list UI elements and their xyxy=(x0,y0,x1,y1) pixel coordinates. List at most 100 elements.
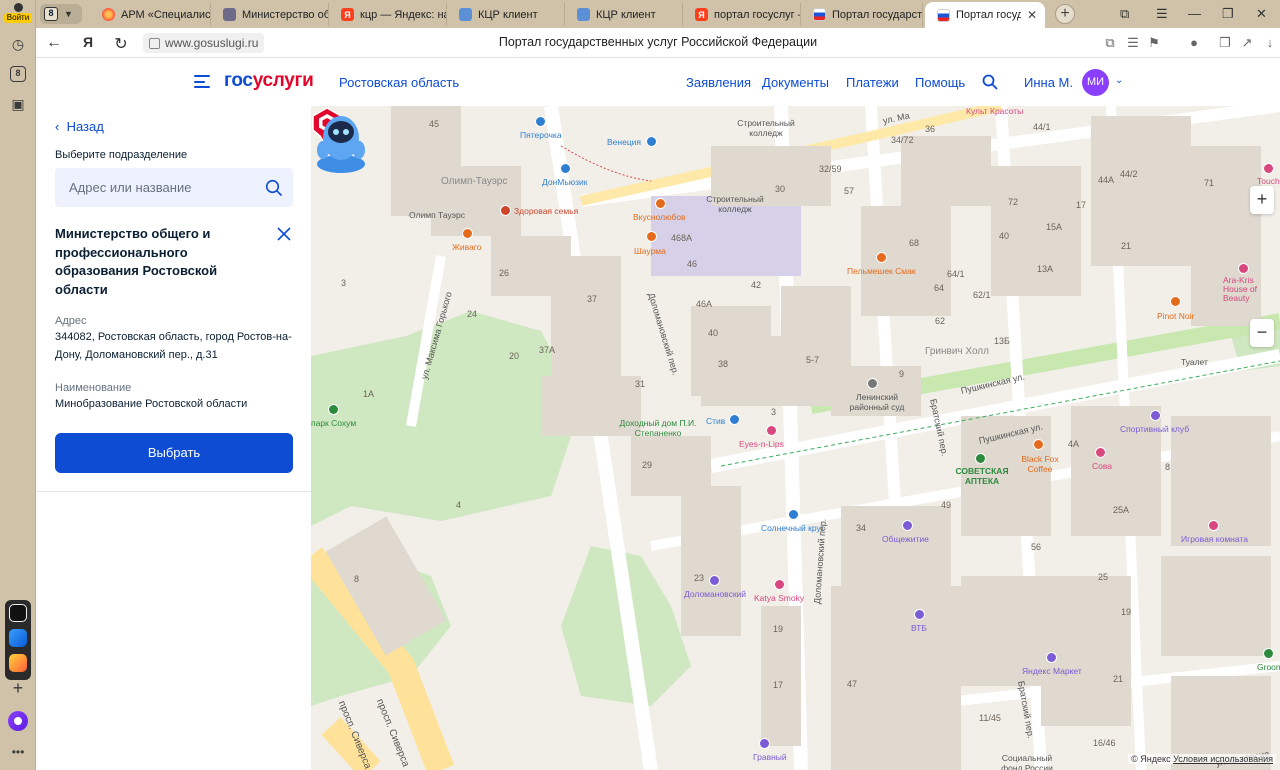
screenshot-icon[interactable]: ▣ xyxy=(7,93,29,115)
nav-payments[interactable]: Платежи xyxy=(846,75,899,90)
poi-dot[interactable] xyxy=(1150,410,1161,421)
poi-donmusic[interactable]: ДонМьюзик xyxy=(542,177,588,187)
search-icon[interactable] xyxy=(982,74,998,90)
poi-sovetskaya-apteka[interactable]: СОВЕТСКАЯ АПТЕКА xyxy=(955,466,1009,486)
reader-icon[interactable]: ☰ xyxy=(1125,35,1141,51)
extension-icon[interactable]: ● xyxy=(1186,35,1202,51)
poi-pelmeshek[interactable]: Пельмешек Смак xyxy=(847,266,916,276)
minimize-icon[interactable]: — xyxy=(1188,6,1201,21)
mail-app-icon[interactable] xyxy=(9,654,27,672)
gosuslugi-logo[interactable]: госуслуги xyxy=(224,70,314,92)
messenger-app-icon[interactable] xyxy=(9,629,27,647)
poi-dot[interactable] xyxy=(1208,520,1219,531)
poi-stiv[interactable]: Стив xyxy=(706,416,725,426)
poi-pyaterochka[interactable]: Пятерочка xyxy=(520,130,562,140)
history-icon[interactable]: ◷ xyxy=(7,33,29,55)
terms-link[interactable]: Условия использования xyxy=(1173,754,1273,764)
poi-dot[interactable] xyxy=(774,579,785,590)
region-selector[interactable]: Ростовская область xyxy=(339,75,459,90)
poi-dot[interactable] xyxy=(709,575,720,586)
poi-college-2[interactable]: Строительный колледж xyxy=(703,194,767,214)
poi-toilet[interactable]: Туалет xyxy=(1181,357,1208,367)
poi-obshchezhitie[interactable]: Общежитие xyxy=(882,534,929,544)
poi-dot[interactable] xyxy=(462,228,473,239)
poi-dot[interactable] xyxy=(646,231,657,242)
tabs-icon[interactable]: 8 xyxy=(7,63,29,85)
zoom-out-button[interactable]: − xyxy=(1250,319,1274,347)
poi-vkusnolyubov[interactable]: Вкуснолюбов xyxy=(633,212,686,222)
poi-groom[interactable]: Groom xyxy=(1257,662,1280,672)
tab-arm[interactable]: АРМ «Специалист xyxy=(90,3,211,26)
poi-greenwich-hall[interactable]: Гринвич Холл xyxy=(925,346,989,357)
poi-park-sokhum[interactable]: парк Сохум xyxy=(311,418,356,428)
poi-dot[interactable] xyxy=(766,425,777,436)
user-name[interactable]: Инна М. xyxy=(1024,75,1073,90)
login-button[interactable]: Войти xyxy=(4,2,32,28)
poi-dot[interactable] xyxy=(914,609,925,620)
share-icon[interactable]: ↗ xyxy=(1239,35,1255,51)
poi-pinot-noir[interactable]: Pinot Noir xyxy=(1157,311,1194,321)
poi-kult-krasoty[interactable]: Культ Красоты xyxy=(966,106,1023,116)
poi-olimp-tauers-area[interactable]: Олимп-Тауэрс xyxy=(441,176,507,187)
poi-sova[interactable]: Сова xyxy=(1092,461,1112,471)
poi-dot[interactable] xyxy=(535,116,546,127)
poi-gravny[interactable]: Гравный xyxy=(753,752,787,762)
alice-assistant-icon[interactable] xyxy=(311,106,371,174)
poi-black-fox[interactable]: Black Fox Coffee xyxy=(1020,454,1060,474)
close-tab-icon[interactable]: ✕ xyxy=(1027,8,1037,22)
zoom-in-button[interactable]: + xyxy=(1250,186,1274,214)
poi-katya-smoky[interactable]: Katya Smoky xyxy=(754,593,804,603)
add-app-icon[interactable]: + xyxy=(7,677,29,699)
nav-documents[interactable]: Документы xyxy=(762,75,829,90)
restore-icon[interactable]: ❐ xyxy=(1222,6,1234,22)
poi-dot[interactable] xyxy=(1033,439,1044,450)
back-link[interactable]: ‹ Назад xyxy=(55,119,104,134)
tab-yandex-kcr[interactable]: Якцр — Яндекс: на xyxy=(329,3,447,26)
music-app-icon[interactable] xyxy=(9,604,27,622)
select-button[interactable]: Выбрать xyxy=(55,433,293,473)
new-tab-button[interactable]: + xyxy=(1055,4,1075,24)
menu-burger-icon[interactable] xyxy=(194,75,210,88)
downloads-icon[interactable]: ↓ xyxy=(1262,35,1278,51)
tab-kcr-client-2[interactable]: КЦР клиент xyxy=(565,3,683,26)
tab-gosuslugi-1[interactable]: Портал государств xyxy=(801,3,923,26)
nav-applications[interactable]: Заявления xyxy=(686,75,751,90)
poi-dot[interactable] xyxy=(500,205,511,216)
tab-ministry[interactable]: Министерство об xyxy=(211,3,329,26)
poi-ara-kris[interactable]: Ara-Kris House of Beauty xyxy=(1223,276,1279,303)
bookmark-icon[interactable]: ⚑ xyxy=(1146,35,1162,51)
poi-dot[interactable] xyxy=(1263,163,1274,174)
poi-court[interactable]: Ленинский районный суд xyxy=(847,392,907,412)
poi-dot[interactable] xyxy=(902,520,913,531)
nav-help[interactable]: Помощь xyxy=(915,75,965,90)
copy-link-icon[interactable]: ⧉ xyxy=(1102,35,1118,51)
poi-dot[interactable] xyxy=(328,404,339,415)
poi-dot[interactable] xyxy=(1046,652,1057,663)
poi-olimp-tauers[interactable]: Олимп Тауэрс xyxy=(409,210,465,220)
marker-label[interactable]: Доходный дом П.И. Степаненко xyxy=(617,418,699,438)
more-icon[interactable]: ••• xyxy=(7,741,29,763)
poi-dot[interactable] xyxy=(560,163,571,174)
tab-yandex-gosuslugi[interactable]: Япортал госуслуг — xyxy=(683,3,801,26)
avatar[interactable]: МИ xyxy=(1082,69,1109,96)
poi-yandex-market[interactable]: Яндекс Маркет xyxy=(1022,666,1082,676)
alice-icon[interactable] xyxy=(8,711,28,731)
poi-dot[interactable] xyxy=(975,453,986,464)
poi-dot[interactable] xyxy=(1238,263,1249,274)
poi-sport-club[interactable]: Спортивный клуб xyxy=(1120,424,1189,434)
poi-zhivago[interactable]: Живаго xyxy=(452,242,481,252)
office-search-input[interactable] xyxy=(55,168,255,207)
poi-dot[interactable] xyxy=(876,252,887,263)
poi-dot[interactable] xyxy=(646,136,657,147)
poi-dot[interactable] xyxy=(729,414,740,425)
poi-touch[interactable]: Touch xyxy=(1257,176,1280,186)
tab-kcr-client-1[interactable]: КЦР клиент xyxy=(447,3,565,26)
collections-icon[interactable]: ❐ xyxy=(1217,35,1233,51)
tab-counter[interactable]: 8 ▼ xyxy=(40,4,82,24)
poi-vtb[interactable]: ВТБ xyxy=(911,623,927,633)
poi-social-fund[interactable]: Социальный фонд России xyxy=(997,753,1057,770)
poi-shaurma[interactable]: Шаурма xyxy=(634,246,666,256)
poi-dot[interactable] xyxy=(1263,648,1274,659)
chevron-down-icon[interactable]: ⌄ xyxy=(1115,75,1123,86)
poi-dot[interactable] xyxy=(1095,447,1106,458)
